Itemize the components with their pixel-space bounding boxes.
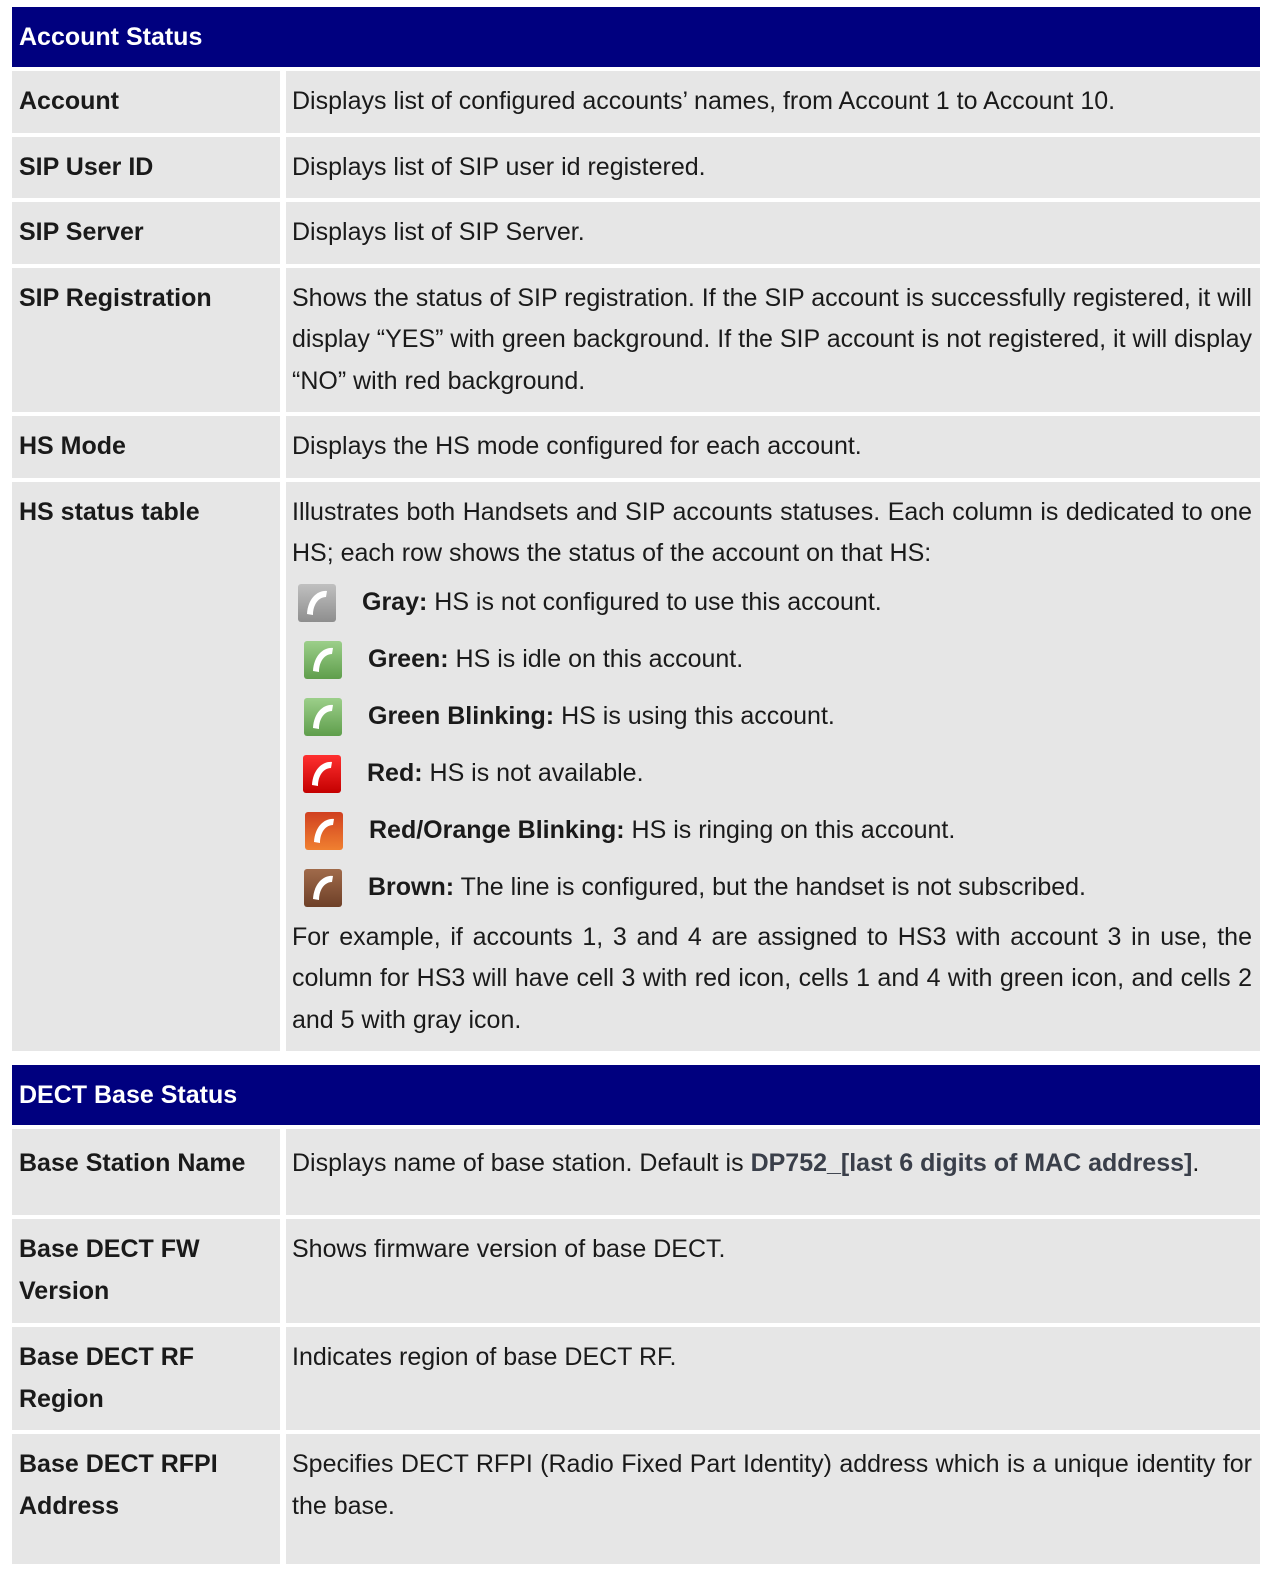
legend-text: The line is configured, but the handset … xyxy=(454,873,1086,902)
row-description: Displays name of base station. Default i… xyxy=(286,1129,1260,1215)
row-description: Displays the HS mode configured for each… xyxy=(286,416,1260,478)
table-row-sip-registration: SIP Registration Shows the status of SIP… xyxy=(12,267,1260,412)
legend-item-gray: Gray: HS is not configured to use this a… xyxy=(292,575,1252,632)
phone-red-icon xyxy=(303,755,341,793)
legend-label: Green Blinking: xyxy=(368,702,555,731)
legend-item-green-blinking: Green Blinking: HS is using this account… xyxy=(292,689,1252,746)
row-description: Displays list of SIP user id registered. xyxy=(286,136,1260,198)
hs-status-example: For example, if accounts 1, 3 and 4 are … xyxy=(292,922,1252,1034)
table-row-base-dect-rfpi-address: Base DECT RFPI Address Specifies DECT RF… xyxy=(12,1434,1260,1564)
legend-label: Gray: xyxy=(362,588,428,617)
table-row-account: Account Displays list of configured acco… xyxy=(12,71,1260,133)
section-header-account-status: Account Status xyxy=(12,7,1260,67)
row-description: Displays list of SIP Server. xyxy=(286,202,1260,264)
legend-text: HS is ringing on this account. xyxy=(624,816,956,845)
legend-label: Red/Orange Blinking: xyxy=(369,816,625,845)
table-row-hs-mode: HS Mode Displays the HS mode configured … xyxy=(12,416,1260,478)
phone-brown-icon xyxy=(304,869,342,907)
legend-item-red: Red: HS is not available. xyxy=(292,746,1252,803)
row-description: Shows the status of SIP registration. If… xyxy=(286,267,1260,412)
section-header-dect-base-status: DECT Base Status xyxy=(12,1065,1260,1125)
legend-label: Green: xyxy=(368,645,449,674)
table-row-sip-server: SIP Server Displays list of SIP Server. xyxy=(12,202,1260,264)
table-row-base-dect-rf-region: Base DECT RF Region Indicates region of … xyxy=(12,1327,1260,1430)
legend-item-green: Green: HS is idle on this account. xyxy=(292,632,1252,689)
row-description: Specifies DECT RFPI (Radio Fixed Part Id… xyxy=(286,1434,1260,1564)
row-name: HS status table xyxy=(12,481,280,1051)
row-name: Base DECT RF Region xyxy=(12,1327,280,1430)
legend-text: HS is using this account. xyxy=(554,702,835,731)
legend-label: Brown: xyxy=(368,873,455,902)
status-table: Account Status Account Displays list of … xyxy=(12,7,1260,1564)
legend-text: HS is idle on this account. xyxy=(448,645,744,674)
legend-label: Red: xyxy=(367,759,423,788)
row-description: Displays list of configured accounts’ na… xyxy=(286,71,1260,133)
phone-red-orange-blinking-icon xyxy=(305,812,343,850)
phone-green-icon xyxy=(304,641,342,679)
legend-item-red-orange-blinking: Red/Orange Blinking: HS is ringing on th… xyxy=(292,803,1252,860)
row-name: SIP Server xyxy=(12,202,280,264)
table-row-sip-user-id: SIP User ID Displays list of SIP user id… xyxy=(12,136,1260,198)
row-name: SIP User ID xyxy=(12,136,280,198)
row-description: Shows firmware version of base DECT. xyxy=(286,1219,1260,1323)
table-row-base-dect-fw-version: Base DECT FW Version Shows firmware vers… xyxy=(12,1219,1260,1323)
row-name: Base DECT FW Version xyxy=(12,1219,280,1323)
phone-green-blinking-icon xyxy=(304,698,342,736)
row-name: Base Station Name xyxy=(12,1129,280,1215)
table-row-base-station-name: Base Station Name Displays name of base … xyxy=(12,1129,1260,1215)
row-name: Base DECT RFPI Address xyxy=(12,1434,280,1564)
row-name: Account xyxy=(12,71,280,133)
row-description: Illustrates both Handsets and SIP accoun… xyxy=(286,481,1260,1051)
row-name: SIP Registration xyxy=(12,267,280,412)
table-row-hs-status-table: HS status table Illustrates both Handset… xyxy=(12,481,1260,1051)
default-base-name: DP752_[last 6 digits of MAC address] xyxy=(750,1149,1193,1177)
hs-status-intro: Illustrates both Handsets and SIP accoun… xyxy=(292,497,1252,568)
legend-item-brown: Brown: The line is configured, but the h… xyxy=(292,860,1252,917)
legend-text: HS is not configured to use this account… xyxy=(427,588,882,617)
legend-text: HS is not available. xyxy=(422,759,644,788)
row-description: Indicates region of base DECT RF. xyxy=(286,1327,1260,1430)
row-name: HS Mode xyxy=(12,416,280,478)
phone-gray-icon xyxy=(298,584,336,622)
